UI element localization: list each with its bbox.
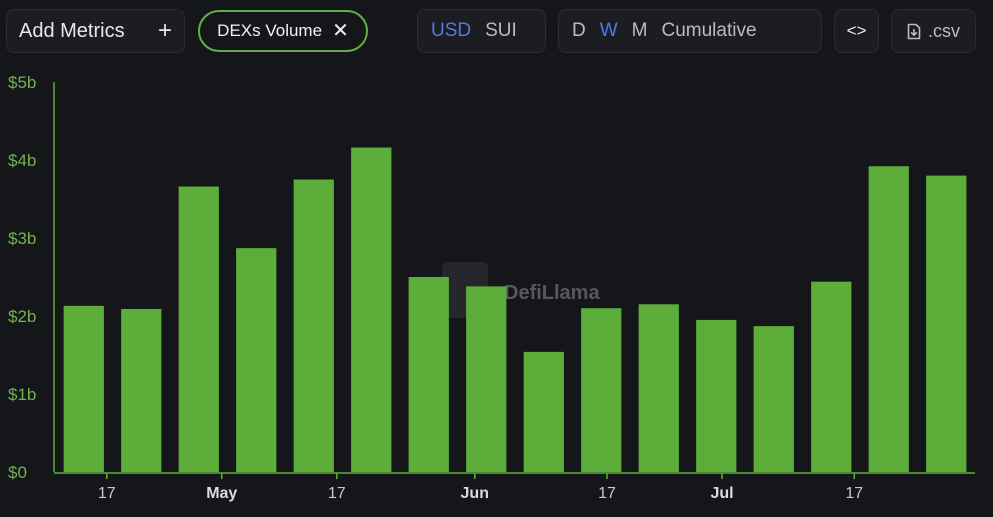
embed-button[interactable]: <> [834,9,879,53]
y-tick-label: $3b [8,229,36,248]
add-metrics-button[interactable]: Add Metrics + [6,9,185,53]
y-tick-label: $4b [8,151,36,170]
dex-volume-bar-chart: DefiLlama $0$1b$2b$3b$4b$5b 17 May 17 Jun 17… [8,73,975,502]
x-tick-label: 17 [598,485,616,502]
x-axis: 17 May 17 Jun 17 Jul 17 [54,472,975,502]
y-tick-label: $0 [8,463,27,482]
bar[interactable] [236,248,277,472]
period-option-monthly[interactable]: M [625,20,655,42]
bar[interactable] [581,308,622,472]
period-option-daily[interactable]: D [565,20,593,42]
bar[interactable] [351,147,392,472]
x-tick-label: Jun [461,485,489,502]
bar[interactable] [638,304,679,472]
period-option-weekly[interactable]: W [593,20,625,42]
bar[interactable] [523,351,564,472]
y-tick-label: $1b [8,385,36,404]
x-tick-label: Jul [710,485,733,502]
bar[interactable] [466,286,507,472]
bar[interactable] [811,281,852,472]
bar[interactable] [293,179,334,473]
chart-toolbar: Add Metrics + DEXs Volume ✕ USD SUI D W … [0,0,993,62]
watermark-text: DefiLlama [504,282,600,304]
download-file-icon [907,23,921,40]
x-tick-label: May [206,485,237,502]
bars [63,147,967,473]
x-tick-label: 17 [328,485,346,502]
bar[interactable] [63,305,104,472]
close-icon[interactable]: ✕ [332,21,349,41]
currency-option-sui[interactable]: SUI [478,20,524,42]
bar[interactable] [926,175,967,472]
bar[interactable] [696,319,737,472]
csv-label: .csv [927,20,960,41]
metric-chip-label: DEXs Volume [217,21,323,40]
currency-option-usd[interactable]: USD [424,20,478,42]
period-option-cumulative[interactable]: Cumulative [655,20,764,42]
y-tick-label: $2b [8,307,36,326]
bar[interactable] [868,166,909,472]
code-icon: <> [846,21,867,40]
y-axis: $0 $1b $2b $3b $4b $5b [8,73,55,482]
x-tick-label: 17 [98,485,116,502]
watermark: DefiLlama [442,262,600,318]
x-tick-label: 17 [845,485,863,502]
y-tick-label: $5b [8,73,36,92]
add-metrics-label: Add Metrics [19,19,125,42]
bar[interactable] [178,186,219,472]
metric-chip-dexs-volume[interactable]: DEXs Volume ✕ [198,10,368,52]
currency-toggle: USD SUI [417,9,546,53]
plus-icon: + [157,17,172,44]
bar[interactable] [408,277,449,472]
download-csv-button[interactable]: .csv [891,9,976,53]
bar[interactable] [121,308,162,472]
period-toggle: D W M Cumulative [558,9,822,53]
bar[interactable] [753,326,794,472]
